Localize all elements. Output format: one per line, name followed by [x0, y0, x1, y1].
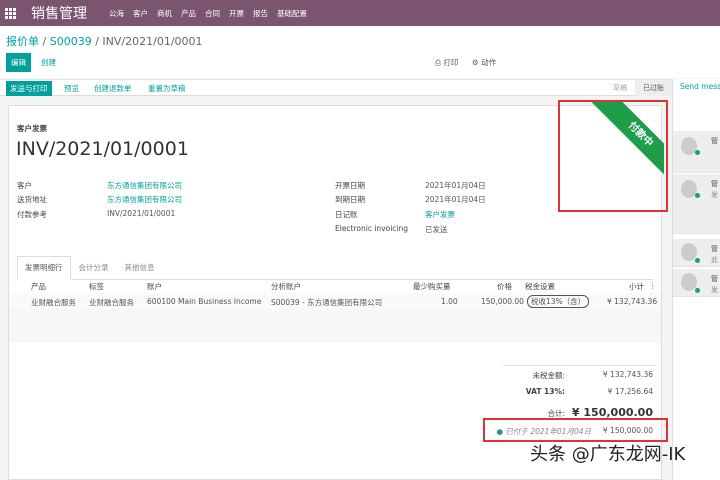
action-label: 动作 [481, 58, 497, 67]
send-message-button[interactable]: Send message [680, 82, 720, 91]
status-bar: 发送与打印 预览 创建退款单 重置为草稿 草稿 已过账 [0, 79, 672, 96]
highlight-box [483, 418, 668, 442]
menu-item[interactable]: 开票 [229, 9, 244, 18]
cell-account: 600100 Main Business Income [147, 297, 262, 306]
empty-rows [9, 309, 661, 343]
col-product[interactable]: 产品 [31, 281, 46, 292]
watermark: 头条 @广东龙网-IK [530, 444, 686, 465]
col-label[interactable]: 标签 [89, 281, 104, 292]
menu-item[interactable]: 合同 [205, 9, 220, 18]
cell-analytic: S00039 - 东方通信集团有限公司 [271, 298, 383, 307]
breadcrumb-current: INV/2021/01/0001 [102, 35, 203, 48]
print-button[interactable]: ⎙ 打印 [430, 53, 463, 72]
chatter-panel: Send message 管 管发 管此 管发 [672, 79, 720, 480]
payment-ref-label: 付款参考 [17, 210, 47, 219]
reset-draft-button[interactable]: 重置为草稿 [144, 81, 190, 96]
column-options-icon[interactable]: ⋮ [649, 281, 657, 290]
journal-label: 日记账 [335, 210, 358, 219]
payment-ref-value: INV/2021/01/0001 [107, 209, 176, 218]
menu-item[interactable]: 商机 [157, 9, 172, 18]
cell-price: 150,000.00 [481, 297, 524, 306]
highlight-box [558, 100, 668, 212]
e-invoicing-value: 已发送 [425, 225, 448, 234]
vat-label: VAT 13%: [525, 387, 565, 396]
online-dot [695, 288, 700, 293]
delivery-address-link[interactable]: 东方通信集团有限公司 [107, 194, 182, 205]
stage-draft: 草稿 [613, 84, 627, 92]
online-dot [695, 258, 700, 263]
journal-link[interactable]: 客户发票 [425, 209, 455, 220]
gear-icon: ⚙ [472, 58, 479, 67]
print-icon: ⎙ [435, 58, 441, 67]
online-dot [695, 150, 700, 155]
cell-label: 业财融合服务 [89, 298, 134, 307]
main-menu: 公海 客户 商机 产品 合同 开票 报告 基础配置 [109, 8, 316, 19]
cell-quantity: 1.00 [441, 297, 458, 306]
col-account[interactable]: 账户 [147, 281, 162, 292]
create-button[interactable]: 创建 [36, 53, 61, 72]
chatter-message: 管此 [673, 239, 720, 267]
stage-indicator: 草稿 已过账 [605, 80, 672, 96]
message-text: 发 [711, 191, 718, 199]
breadcrumb-quotations[interactable]: 报价单 [6, 35, 39, 48]
print-label: 打印 [443, 58, 459, 67]
delivery-address-label: 送货地址 [17, 195, 47, 204]
table-header: 产品 标签 账户 分析账户 最少购买量 价格 税金设置 小计 ⋮ [9, 277, 661, 293]
untaxed-value: ¥ 132,743.36 [602, 370, 653, 379]
credit-note-button[interactable]: 创建退款单 [90, 81, 136, 96]
menu-item[interactable]: 报告 [253, 9, 268, 18]
invoice-date-label: 开票日期 [335, 181, 365, 190]
top-navbar: 销售管理 公海 客户 商机 产品 合同 开票 报告 基础配置 [0, 0, 720, 26]
col-analytic[interactable]: 分析账户 [271, 281, 301, 292]
customer-label: 客户 [17, 181, 32, 190]
breadcrumb: 报价单 / S00039 / INV/2021/01/0001 [6, 33, 203, 49]
col-price[interactable]: 价格 [497, 281, 512, 292]
action-button[interactable]: ⚙ 动作 [467, 53, 501, 72]
preview-button[interactable]: 预览 [60, 81, 83, 96]
send-print-button[interactable]: 发送与打印 [6, 81, 52, 96]
col-taxes[interactable]: 税金设置 [525, 281, 555, 292]
separator: / [42, 35, 47, 48]
message-author: 管 [711, 180, 718, 188]
menu-item[interactable]: 产品 [181, 9, 196, 18]
chatter-message: 管发 [673, 174, 720, 234]
message-text: 此 [711, 256, 718, 264]
due-date-value: 2021年01月04日 [425, 195, 486, 204]
invoice-number: INV/2021/01/0001 [16, 138, 189, 160]
message-author: 管 [711, 275, 718, 283]
chatter-message: 管发 [673, 269, 720, 297]
tax-tag: 税收13%（含） [527, 295, 590, 308]
cell-subtotal: ¥ 132,743.36 [607, 297, 658, 306]
menu-item[interactable]: 基础配置 [277, 9, 307, 18]
table-row[interactable]: 业财融合服务 业财融合服务 600100 Main Business Incom… [9, 293, 661, 309]
e-invoicing-label: Electronic invoicing [335, 224, 409, 233]
tab-journal-items[interactable]: 会计分录 [71, 256, 117, 279]
invoice-type: 客户发票 [17, 124, 47, 133]
edit-button[interactable]: 编辑 [6, 53, 31, 72]
invoice-date-value: 2021年01月04日 [425, 181, 486, 190]
chatter-message: 管 [673, 131, 720, 173]
menu-item[interactable]: 客户 [133, 9, 148, 18]
cell-product: 业财融合服务 [31, 298, 76, 307]
separator: / [95, 35, 99, 48]
menu-item[interactable]: 公海 [109, 9, 124, 18]
col-quantity[interactable]: 最少购买量 [413, 281, 451, 292]
online-dot [695, 193, 700, 198]
vat-value: ¥ 17,256.64 [607, 387, 653, 396]
message-author: 管 [711, 245, 718, 253]
message-text: 发 [711, 286, 718, 294]
untaxed-label: 未税金额: [532, 371, 565, 380]
due-date-label: 到期日期 [335, 195, 365, 204]
message-author: 管 [711, 137, 718, 145]
breadcrumb-order[interactable]: S00039 [50, 35, 92, 48]
totals-divider [503, 365, 655, 366]
apps-menu-icon[interactable] [5, 8, 17, 19]
customer-link[interactable]: 东方通信集团有限公司 [107, 180, 182, 191]
tab-other-info[interactable]: 其他信息 [117, 256, 163, 279]
control-panel: 报价单 / S00039 / INV/2021/01/0001 编辑 创建 ⎙ … [0, 26, 720, 78]
stage-posted: 已过账 [635, 80, 672, 96]
app-title: 销售管理 [31, 6, 87, 22]
col-subtotal[interactable]: 小计 [629, 281, 644, 292]
